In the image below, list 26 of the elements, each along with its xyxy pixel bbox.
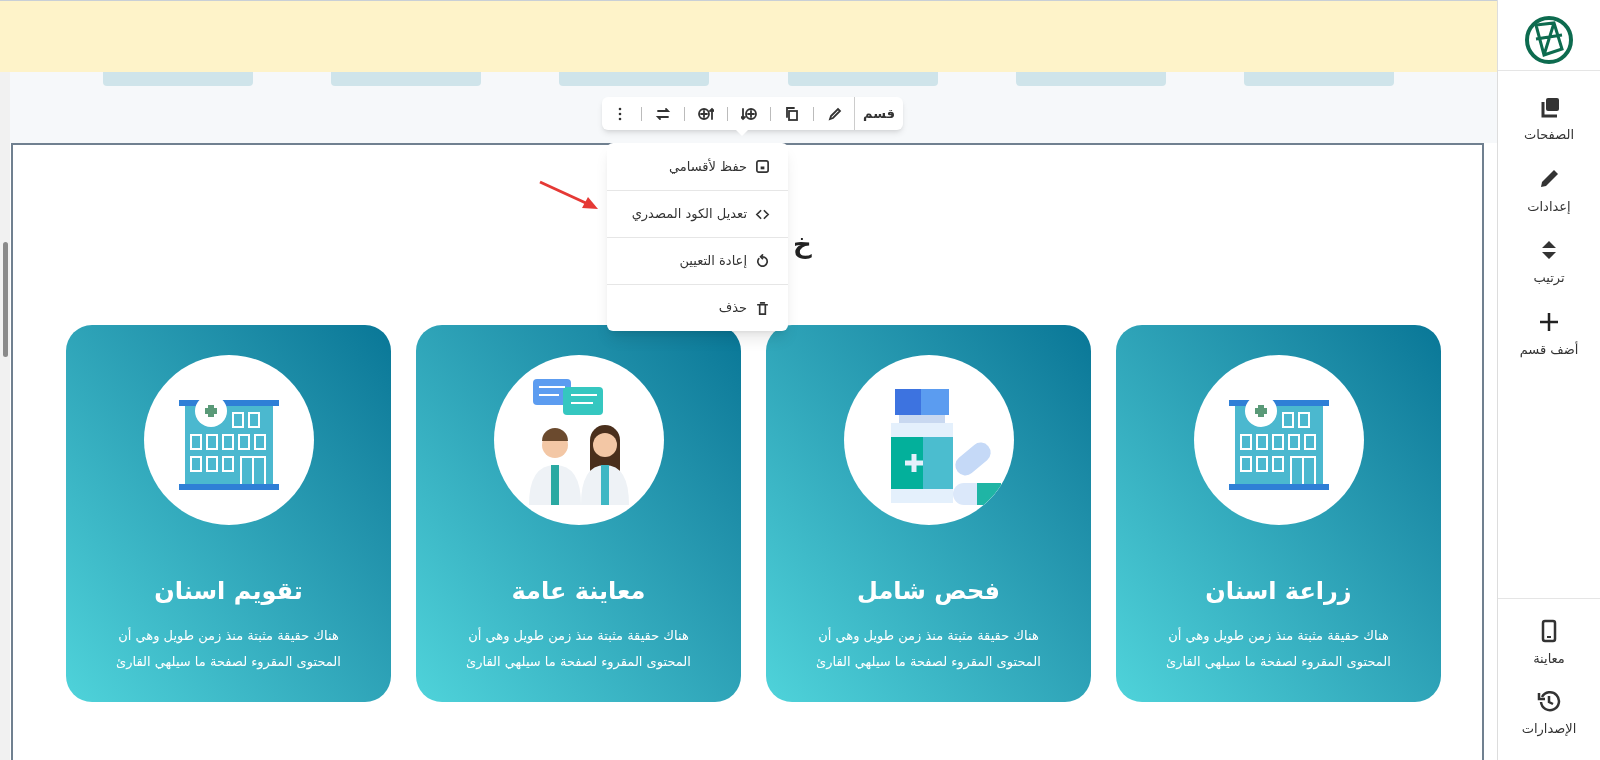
sidebar-label[interactable]: ترتيب — [1533, 268, 1565, 288]
menu-item[interactable]: إعادة التعيين — [607, 237, 788, 284]
sidebar-label[interactable]: الصفحات — [1524, 125, 1574, 145]
section-heading: خ — [793, 228, 812, 261]
card-title: فحص شامل — [857, 576, 1000, 607]
card-text: هناك حقيقة مثبتة منذ زمن طويل وهي أن المحتوى المقروء لصفحة ما سيلهي القارئ — [815, 626, 1042, 672]
history-icon[interactable] — [1537, 688, 1561, 713]
toolbar-label: قسم — [854, 97, 895, 130]
reset-icon — [755, 253, 770, 269]
sidebar-label[interactable]: معاينة — [1533, 649, 1565, 669]
scrollbar[interactable] — [0, 72, 10, 760]
menu-item[interactable]: حفظ لأقسامي — [607, 143, 788, 190]
sidebar-label[interactable]: الإصدارات — [1521, 718, 1577, 738]
save-icon — [755, 159, 770, 174]
card-title: زراعة اسنان — [1205, 576, 1352, 607]
menu-item[interactable]: حذف — [607, 284, 788, 331]
menu-item[interactable]: تعديل الكود المصدري — [607, 190, 788, 237]
sidebar-label[interactable]: أضف قسم — [1519, 339, 1579, 359]
card-title: معاينة عامة — [511, 576, 646, 607]
card-text: هناك حقيقة مثبتة منذ زمن طويل وهي أن المحتوى المقروء لصفحة ما سيلهي القارئ — [115, 626, 342, 672]
sidebar-label[interactable]: إعدادات — [1527, 196, 1571, 216]
trash-icon — [755, 300, 770, 316]
card-title: تقويم اسنان — [154, 576, 303, 607]
card-text: هناك حقيقة مثبتة منذ زمن طويل وهي أن المحتوى المقروء لصفحة ما سيلهي القارئ — [465, 626, 692, 672]
card-text: هناك حقيقة مثبتة منذ زمن طويل وهي أن المحتوى المقروء لصفحة ما سيلهي القارئ — [1165, 626, 1392, 672]
arrow-icon — [538, 180, 600, 212]
